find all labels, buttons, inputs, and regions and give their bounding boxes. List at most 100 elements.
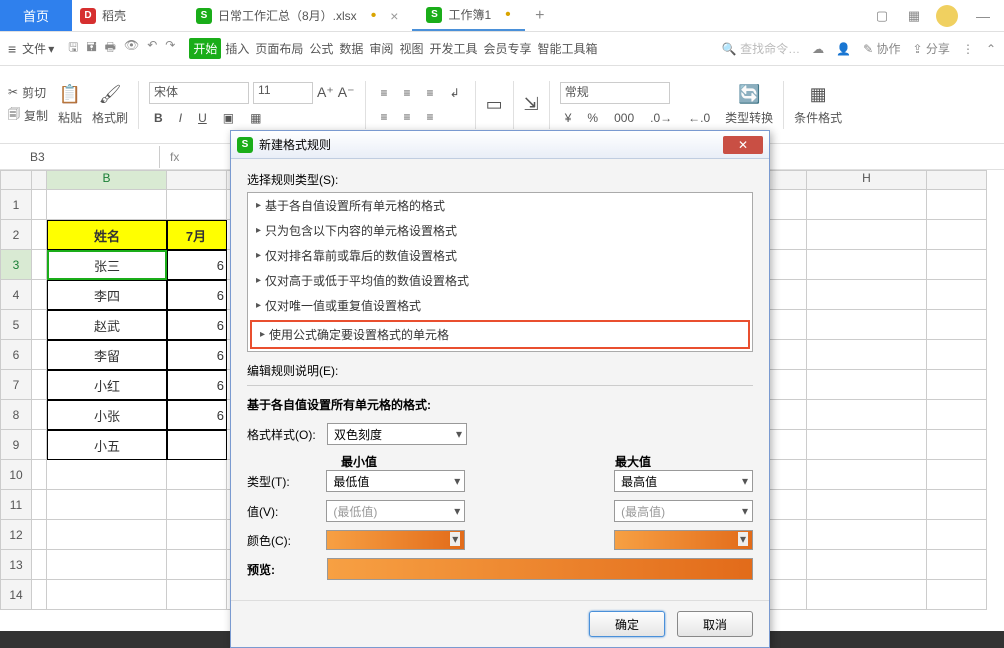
rowhead[interactable]: 1 — [0, 190, 32, 220]
doc-tab-2[interactable]: S 工作簿1 • — [412, 0, 524, 31]
colhead-C[interactable] — [167, 170, 227, 190]
cell[interactable]: 小张 — [47, 400, 167, 430]
cell[interactable]: 李留 — [47, 340, 167, 370]
grid-icon[interactable]: ▦ — [904, 6, 924, 26]
cell[interactable]: 6 — [167, 250, 227, 280]
shell-tab[interactable]: D 稻壳 — [72, 0, 182, 31]
rule-item-5-formula[interactable]: ▸使用公式确定要设置格式的单元格 — [250, 320, 750, 349]
app-grid-icon[interactable]: ▢ — [872, 6, 892, 26]
format-brush-button[interactable]: 🖌 格式刷 — [92, 84, 128, 126]
rowhead[interactable]: 7 — [0, 370, 32, 400]
rowhead[interactable]: 11 — [0, 490, 32, 520]
tab-insert[interactable]: 插入 — [223, 38, 251, 59]
cell[interactable]: 6 — [167, 280, 227, 310]
align-top-icon[interactable]: ≡ — [376, 83, 393, 103]
doc-tab-1[interactable]: S 日常工作汇总（8月）.xlsx • × — [182, 0, 412, 31]
rowhead[interactable]: 5 — [0, 310, 32, 340]
name-box[interactable]: B3 — [0, 146, 160, 168]
cell[interactable]: 姓名 — [47, 220, 167, 250]
undo-icon[interactable]: ↶ — [147, 38, 157, 59]
type-max-select[interactable]: 最高值 — [614, 470, 753, 492]
fontsize-select[interactable]: 11 — [253, 82, 313, 104]
type-min-select[interactable]: 最低值 — [326, 470, 465, 492]
value-min-input[interactable]: (最低值) — [326, 500, 465, 522]
align-mid-icon[interactable]: ≡ — [399, 83, 416, 103]
home-tab[interactable]: 首页 — [0, 0, 72, 31]
cell[interactable]: 6 — [167, 310, 227, 340]
ok-button[interactable]: 确定 — [589, 611, 665, 637]
condfmt-button[interactable]: ▦ 条件格式 — [794, 84, 842, 126]
tab-review[interactable]: 审阅 — [367, 38, 395, 59]
comma-icon[interactable]: 000 — [609, 108, 639, 128]
rowhead[interactable]: 9 — [0, 430, 32, 460]
avatar[interactable] — [936, 5, 958, 27]
rule-item-4[interactable]: ▸仅对唯一值或重复值设置格式 — [248, 293, 752, 318]
tab-dev[interactable]: 开发工具 — [427, 38, 479, 59]
share-button[interactable]: ⇪ 分享 — [913, 40, 950, 57]
dialog-titlebar[interactable]: S 新建格式规则 ✕ — [231, 131, 769, 159]
colhead-H[interactable]: H — [807, 170, 927, 190]
save2-icon[interactable]: 🖬 — [86, 38, 96, 59]
align-center-icon[interactable]: ≡ — [399, 107, 416, 127]
active-cell[interactable]: 张三 — [47, 250, 167, 280]
close-button[interactable]: ✕ — [723, 136, 763, 154]
cell[interactable]: 赵武 — [47, 310, 167, 340]
paste-button[interactable]: 📋 粘贴 — [58, 84, 82, 126]
cell[interactable]: 李四 — [47, 280, 167, 310]
color-max-select[interactable] — [614, 530, 753, 550]
colhead-B[interactable]: B — [47, 170, 167, 190]
rule-item-3[interactable]: ▸仅对高于或低于平均值的数值设置格式 — [248, 268, 752, 293]
cell[interactable]: 7月 — [167, 220, 227, 250]
tab-smart[interactable]: 智能工具箱 — [535, 38, 599, 59]
value-max-input[interactable]: (最高值) — [614, 500, 753, 522]
style-select[interactable]: 双色刻度 — [327, 423, 467, 445]
preview-icon[interactable]: 👁 — [124, 38, 139, 59]
cancel-button[interactable]: 取消 — [677, 611, 753, 637]
cell[interactable]: 6 — [167, 400, 227, 430]
save-icon[interactable]: 🖫 — [68, 38, 78, 59]
font-select[interactable]: 宋体 — [149, 82, 249, 104]
italic-button[interactable]: I — [174, 108, 187, 128]
numfmt-select[interactable]: 常规 — [560, 82, 670, 104]
rule-type-list[interactable]: ▸基于各自值设置所有单元格的格式 ▸只为包含以下内容的单元格设置格式 ▸仅对排名… — [247, 192, 753, 352]
align-bot-icon[interactable]: ≡ — [422, 83, 439, 103]
tab-view[interactable]: 视图 — [397, 38, 425, 59]
color-min-select[interactable] — [326, 530, 465, 550]
dec-inc-icon[interactable]: .0→ — [645, 108, 677, 128]
percent-icon[interactable]: % — [582, 108, 603, 128]
tab-formula[interactable]: 公式 — [307, 38, 335, 59]
more-icon[interactable]: ⋮ — [962, 42, 974, 56]
currency-icon[interactable]: ¥ — [560, 108, 577, 128]
tab-data[interactable]: 数据 — [337, 38, 365, 59]
typeconv-button[interactable]: 🔄 类型转换 — [725, 84, 773, 126]
copy-button[interactable]: 🗐 复制 — [8, 105, 48, 126]
rowhead[interactable]: 8 — [0, 400, 32, 430]
rowhead[interactable]: 12 — [0, 520, 32, 550]
redo-icon[interactable]: ↷ — [165, 38, 175, 59]
colhead-I[interactable] — [927, 170, 987, 190]
cell[interactable]: 6 — [167, 340, 227, 370]
minimize-button[interactable]: — — [970, 8, 996, 24]
cell[interactable]: 小红 — [47, 370, 167, 400]
colhead-A[interactable] — [32, 170, 47, 190]
bold-button[interactable]: B — [149, 108, 168, 128]
rowhead[interactable]: 4 — [0, 280, 32, 310]
rowhead[interactable]: 14 — [0, 580, 32, 610]
rowhead[interactable]: 3 — [0, 250, 32, 280]
rule-item-1[interactable]: ▸只为包含以下内容的单元格设置格式 — [248, 218, 752, 243]
align-right-icon[interactable]: ≡ — [422, 107, 439, 127]
collapse-icon[interactable]: ⌃ — [986, 42, 996, 56]
rowhead[interactable]: 2 — [0, 220, 32, 250]
rule-item-0[interactable]: ▸基于各自值设置所有单元格的格式 — [248, 193, 752, 218]
rowhead[interactable]: 6 — [0, 340, 32, 370]
rowhead[interactable]: 10 — [0, 460, 32, 490]
tab-start[interactable]: 开始 — [189, 38, 221, 59]
cut-button[interactable]: ✂ 剪切 — [8, 84, 48, 101]
collab-button[interactable]: ✎ 协作 — [863, 40, 900, 57]
fx-icon[interactable]: fx — [160, 150, 189, 164]
cloud-icon[interactable]: ☁ — [812, 42, 824, 56]
search-input[interactable]: 🔍 查找命令… — [722, 40, 800, 57]
print-icon[interactable]: 🖶 — [105, 38, 116, 59]
add-tab-button[interactable]: + — [525, 0, 555, 31]
underline-button[interactable]: U — [193, 108, 212, 128]
